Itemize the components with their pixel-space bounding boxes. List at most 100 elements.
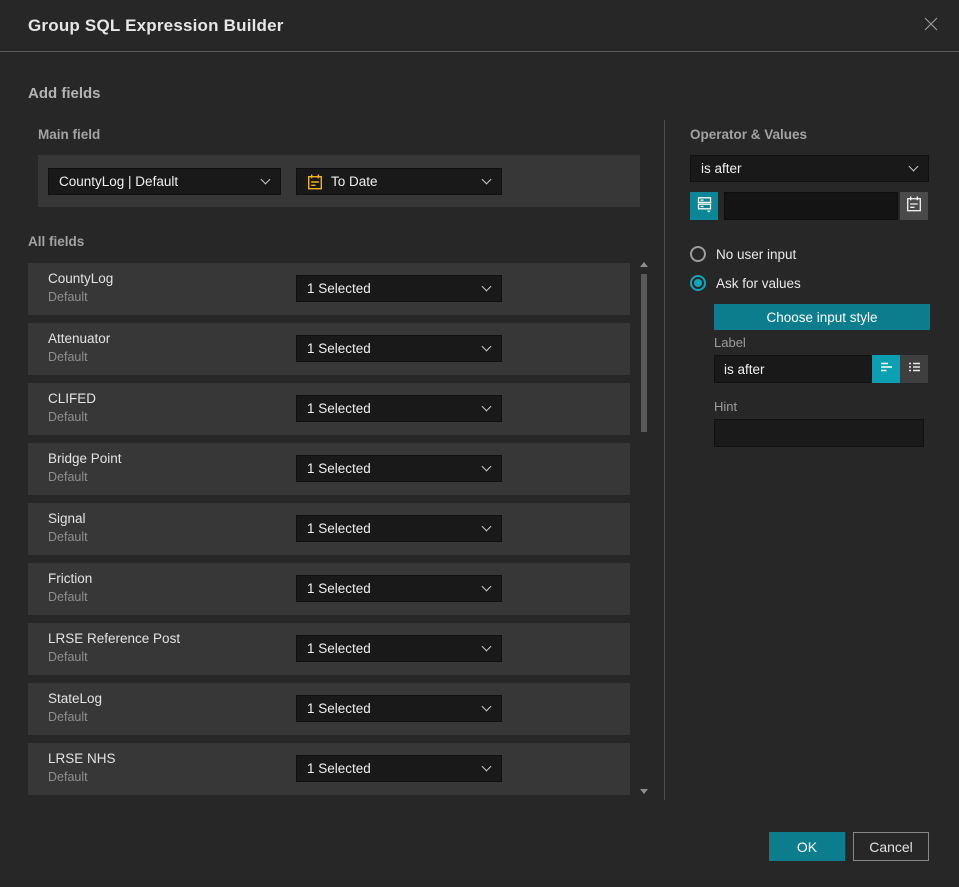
field-selection-value: 1 Selected	[307, 581, 371, 596]
radio-ask-for-values[interactable]: Ask for values	[690, 274, 801, 292]
field-name: Friction	[48, 571, 93, 586]
radio-label: No user input	[716, 246, 797, 262]
group-sql-expression-builder-dialog: Group SQL Expression Builder Add fields …	[0, 0, 959, 887]
main-field-date-value: To Date	[331, 174, 378, 189]
chevron-down-icon	[260, 174, 271, 184]
operator-select-value: is after	[701, 161, 742, 176]
chevron-down-icon	[481, 761, 492, 771]
field-selection-select[interactable]: 1 Selected	[296, 515, 502, 542]
radio-label: Ask for values	[716, 275, 801, 291]
field-selection-select[interactable]: 1 Selected	[296, 395, 502, 422]
close-icon	[922, 15, 940, 38]
field-row-friction: Friction Default 1 Selected	[28, 563, 630, 615]
field-selection-value: 1 Selected	[307, 461, 371, 476]
scrollbar-up-arrow-icon[interactable]	[640, 262, 648, 267]
stacked-values-icon	[696, 195, 713, 218]
main-field-select-value: CountyLog | Default	[59, 174, 179, 189]
chevron-down-icon	[481, 174, 492, 184]
field-type: Default	[48, 350, 88, 364]
field-name: Bridge Point	[48, 451, 122, 466]
field-selection-value: 1 Selected	[307, 521, 371, 536]
field-name: Signal	[48, 511, 86, 526]
field-row-countylog: CountyLog Default 1 Selected	[28, 263, 630, 315]
field-selection-select[interactable]: 1 Selected	[296, 575, 502, 602]
field-selection-select[interactable]: 1 Selected	[296, 635, 502, 662]
field-type: Default	[48, 470, 88, 484]
operator-select[interactable]: is after	[690, 155, 929, 182]
value-date-input[interactable]	[724, 192, 898, 220]
choose-input-style-button[interactable]: Choose input style	[714, 304, 930, 330]
field-row-lrse-nhs: LRSE NHS Default 1 Selected	[28, 743, 630, 795]
main-field-date-select[interactable]: To Date	[296, 168, 502, 195]
chevron-down-icon	[481, 521, 492, 531]
field-row-signal: Signal Default 1 Selected	[28, 503, 630, 555]
field-selection-value: 1 Selected	[307, 401, 371, 416]
field-row-statelog: StateLog Default 1 Selected	[28, 683, 630, 735]
chevron-down-icon	[481, 641, 492, 651]
ok-button[interactable]: OK	[769, 832, 845, 861]
label-input[interactable]	[714, 355, 872, 383]
field-selection-value: 1 Selected	[307, 641, 371, 656]
field-row-lrse-reference-post: LRSE Reference Post Default 1 Selected	[28, 623, 630, 675]
main-field-bar: CountyLog | Default To Date	[38, 155, 640, 207]
operator-values-heading: Operator & Values	[690, 127, 808, 142]
value-source-button[interactable]	[690, 192, 718, 220]
dialog-title: Group SQL Expression Builder	[28, 16, 284, 35]
all-fields-heading: All fields	[28, 234, 85, 249]
field-selection-value: 1 Selected	[307, 341, 371, 356]
main-field-select[interactable]: CountyLog | Default	[48, 168, 281, 195]
field-type: Default	[48, 530, 88, 544]
chevron-down-icon	[481, 701, 492, 711]
main-field-heading: Main field	[38, 127, 101, 142]
radio-no-user-input[interactable]: No user input	[690, 245, 796, 263]
field-selection-select[interactable]: 1 Selected	[296, 455, 502, 482]
field-type: Default	[48, 290, 88, 304]
scrollbar-down-arrow-icon[interactable]	[640, 789, 648, 794]
input-style-single-line-toggle[interactable]	[872, 355, 900, 383]
field-row-bridge-point: Bridge Point Default 1 Selected	[28, 443, 630, 495]
field-selection-select[interactable]: 1 Selected	[296, 695, 502, 722]
field-selection-select[interactable]: 1 Selected	[296, 335, 502, 362]
field-type: Default	[48, 710, 88, 724]
field-type: Default	[48, 770, 88, 784]
cancel-button[interactable]: Cancel	[853, 832, 929, 861]
field-selection-value: 1 Selected	[307, 761, 371, 776]
chevron-down-icon	[481, 581, 492, 591]
field-type: Default	[48, 590, 88, 604]
dialog-header: Group SQL Expression Builder	[0, 0, 959, 52]
field-selection-select[interactable]: 1 Selected	[296, 755, 502, 782]
field-name: Attenuator	[48, 331, 111, 346]
panel-divider	[664, 120, 665, 800]
calendar-icon	[307, 174, 323, 190]
chevron-down-icon	[481, 461, 492, 471]
calendar-icon	[906, 196, 922, 217]
chevron-down-icon	[908, 161, 919, 171]
input-style-list-toggle[interactable]	[900, 355, 928, 383]
close-button[interactable]	[919, 14, 943, 38]
field-selection-select[interactable]: 1 Selected	[296, 275, 502, 302]
date-picker-button[interactable]	[900, 192, 928, 220]
chevron-down-icon	[481, 401, 492, 411]
field-name: LRSE NHS	[48, 751, 116, 766]
scrollbar-thumb[interactable]	[641, 274, 647, 432]
field-selection-value: 1 Selected	[307, 701, 371, 716]
hint-field-caption: Hint	[714, 399, 738, 414]
chevron-down-icon	[481, 341, 492, 351]
field-name: LRSE Reference Post	[48, 631, 181, 646]
field-type: Default	[48, 410, 88, 424]
radio-circle-selected-icon	[690, 275, 706, 291]
label-field-caption: Label	[714, 335, 746, 350]
field-name: CLIFED	[48, 391, 97, 406]
hint-input[interactable]	[714, 419, 924, 447]
field-selection-value: 1 Selected	[307, 281, 371, 296]
field-row-clifed: CLIFED Default 1 Selected	[28, 383, 630, 435]
field-name: CountyLog	[48, 271, 114, 286]
field-row-attenuator: Attenuator Default 1 Selected	[28, 323, 630, 375]
field-type: Default	[48, 650, 88, 664]
field-name: StateLog	[48, 691, 103, 706]
bulleted-list-icon	[907, 360, 922, 379]
all-fields-list: CountyLog Default 1 Selected Attenuator …	[28, 263, 630, 803]
radio-circle-icon	[690, 246, 706, 262]
align-left-lines-icon	[879, 360, 894, 379]
add-fields-heading: Add fields	[28, 85, 101, 102]
